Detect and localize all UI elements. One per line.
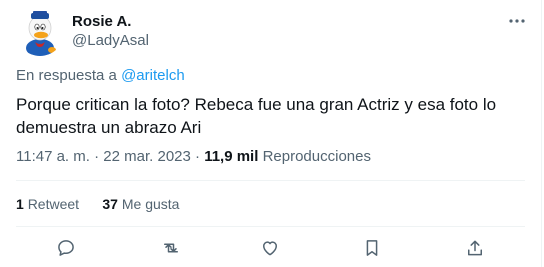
more-horizontal-icon [509,19,525,23]
engagement-stats: 1 Retweet 37 Me gusta [16,195,179,213]
retweet-button[interactable] [159,236,183,260]
retweets-count: 1 [16,196,24,212]
retweets-stat[interactable]: 1 Retweet [16,196,79,212]
tweet-detail: Rosie A. @LadyAsal En respuesta a @arite… [0,0,542,267]
divider [16,226,525,227]
divider [16,180,525,181]
bookmark-icon [366,240,378,256]
likes-stat[interactable]: 37 Me gusta [102,196,179,212]
action-bar [0,236,541,260]
user-handle[interactable]: @LadyAsal [72,32,149,50]
avatar[interactable] [16,8,64,56]
views-count: 11,9 mil [204,148,259,165]
tweet-date[interactable]: 22 mar. 2023 [103,148,191,165]
tweet-metadata: 11:47 a. m. · 22 mar. 2023 · 11,9 mil Re… [16,148,371,166]
likes-label: Me gusta [121,196,180,212]
share-button[interactable] [463,236,487,260]
reply-mention-link[interactable]: @aritelch [121,67,185,84]
tweet-time[interactable]: 11:47 a. m. [16,148,90,165]
more-options-button[interactable] [506,13,528,29]
retweet-icon [164,243,178,253]
reply-icon [58,240,74,256]
retweets-label: Retweet [27,196,80,212]
meta-separator: · [195,148,201,165]
views-label: Reproducciones [262,148,371,165]
like-button[interactable] [258,236,282,260]
tweet-text: Porque critican la foto? Rebeca fue una … [16,95,497,137]
reply-context: En respuesta a @aritelch [16,67,185,85]
bookmark-button[interactable] [360,236,384,260]
reply-button[interactable] [54,236,78,260]
share-icon [468,240,482,256]
donald-duck-avatar-image [16,8,64,56]
heart-icon [263,241,277,256]
reply-prefix: En respuesta a [16,67,117,84]
user-display-name[interactable]: Rosie A. [72,13,131,31]
meta-separator: · [94,148,100,165]
likes-count: 37 [102,196,118,212]
